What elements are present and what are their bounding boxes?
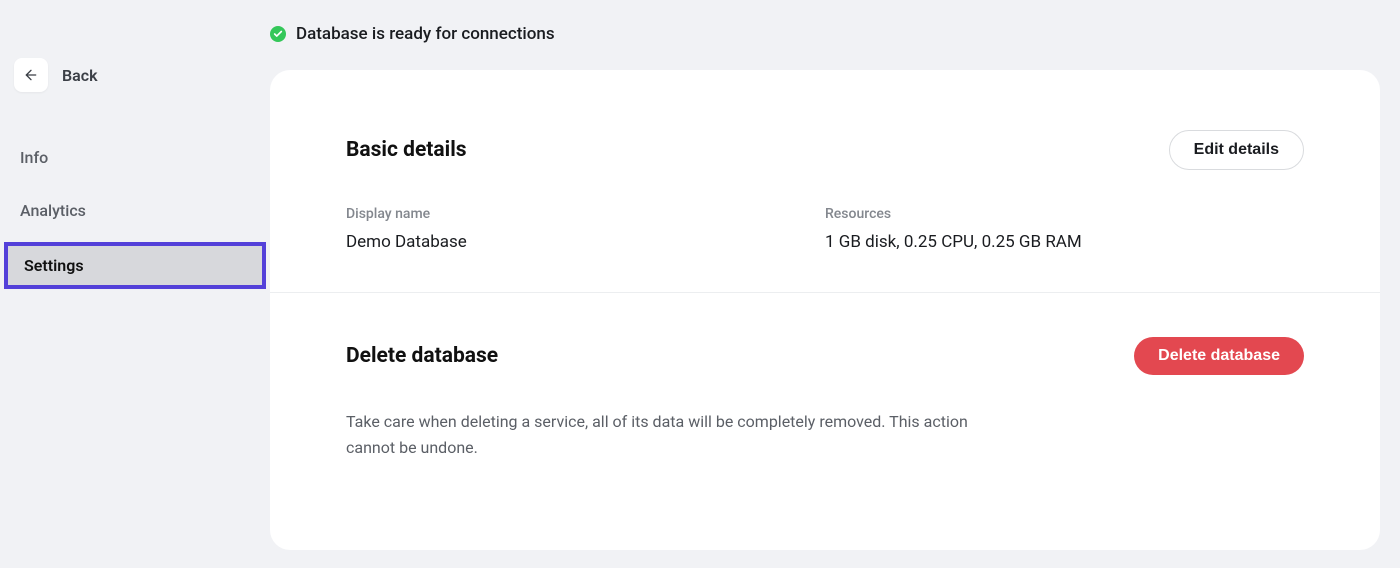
status-row: Database is ready for connections [270, 24, 1380, 44]
delete-database-section: Delete database Delete database Take car… [270, 293, 1380, 520]
edit-details-button[interactable]: Edit details [1169, 130, 1304, 170]
delete-warning-text: Take care when deleting a service, all o… [346, 409, 986, 460]
details-grid: Display name Demo Database Resources 1 G… [346, 206, 1304, 252]
section-header: Delete database Delete database [346, 337, 1304, 375]
basic-details-title: Basic details [346, 138, 467, 162]
button-label: Delete database [1158, 347, 1280, 365]
main-content: Database is ready for connections Basic … [270, 0, 1400, 568]
sidebar-item-label: Settings [24, 256, 84, 275]
sidebar-item-analytics[interactable]: Analytics [0, 189, 270, 232]
resources-field: Resources 1 GB disk, 0.25 CPU, 0.25 GB R… [825, 206, 1304, 252]
sidebar-item-info[interactable]: Info [0, 136, 270, 179]
back-row: Back [0, 58, 270, 92]
display-name-value: Demo Database [346, 232, 825, 252]
back-label: Back [62, 66, 98, 85]
sidebar-item-settings[interactable]: Settings [4, 242, 266, 289]
delete-database-title: Delete database [346, 344, 498, 368]
resources-label: Resources [825, 206, 1304, 222]
sidebar-item-label: Info [20, 148, 48, 167]
arrow-left-icon [23, 67, 39, 83]
settings-card: Basic details Edit details Display name … [270, 70, 1380, 550]
button-label: Edit details [1194, 141, 1279, 159]
display-name-field: Display name Demo Database [346, 206, 825, 252]
status-text: Database is ready for connections [296, 24, 555, 44]
basic-details-section: Basic details Edit details Display name … [270, 70, 1380, 293]
section-header: Basic details Edit details [346, 130, 1304, 170]
check-circle-icon [270, 26, 286, 42]
back-button[interactable] [14, 58, 48, 92]
sidebar: Back Info Analytics Settings [0, 0, 270, 568]
sidebar-item-label: Analytics [20, 201, 86, 220]
display-name-label: Display name [346, 206, 825, 222]
resources-value: 1 GB disk, 0.25 CPU, 0.25 GB RAM [825, 232, 1304, 252]
delete-database-button[interactable]: Delete database [1134, 337, 1304, 375]
